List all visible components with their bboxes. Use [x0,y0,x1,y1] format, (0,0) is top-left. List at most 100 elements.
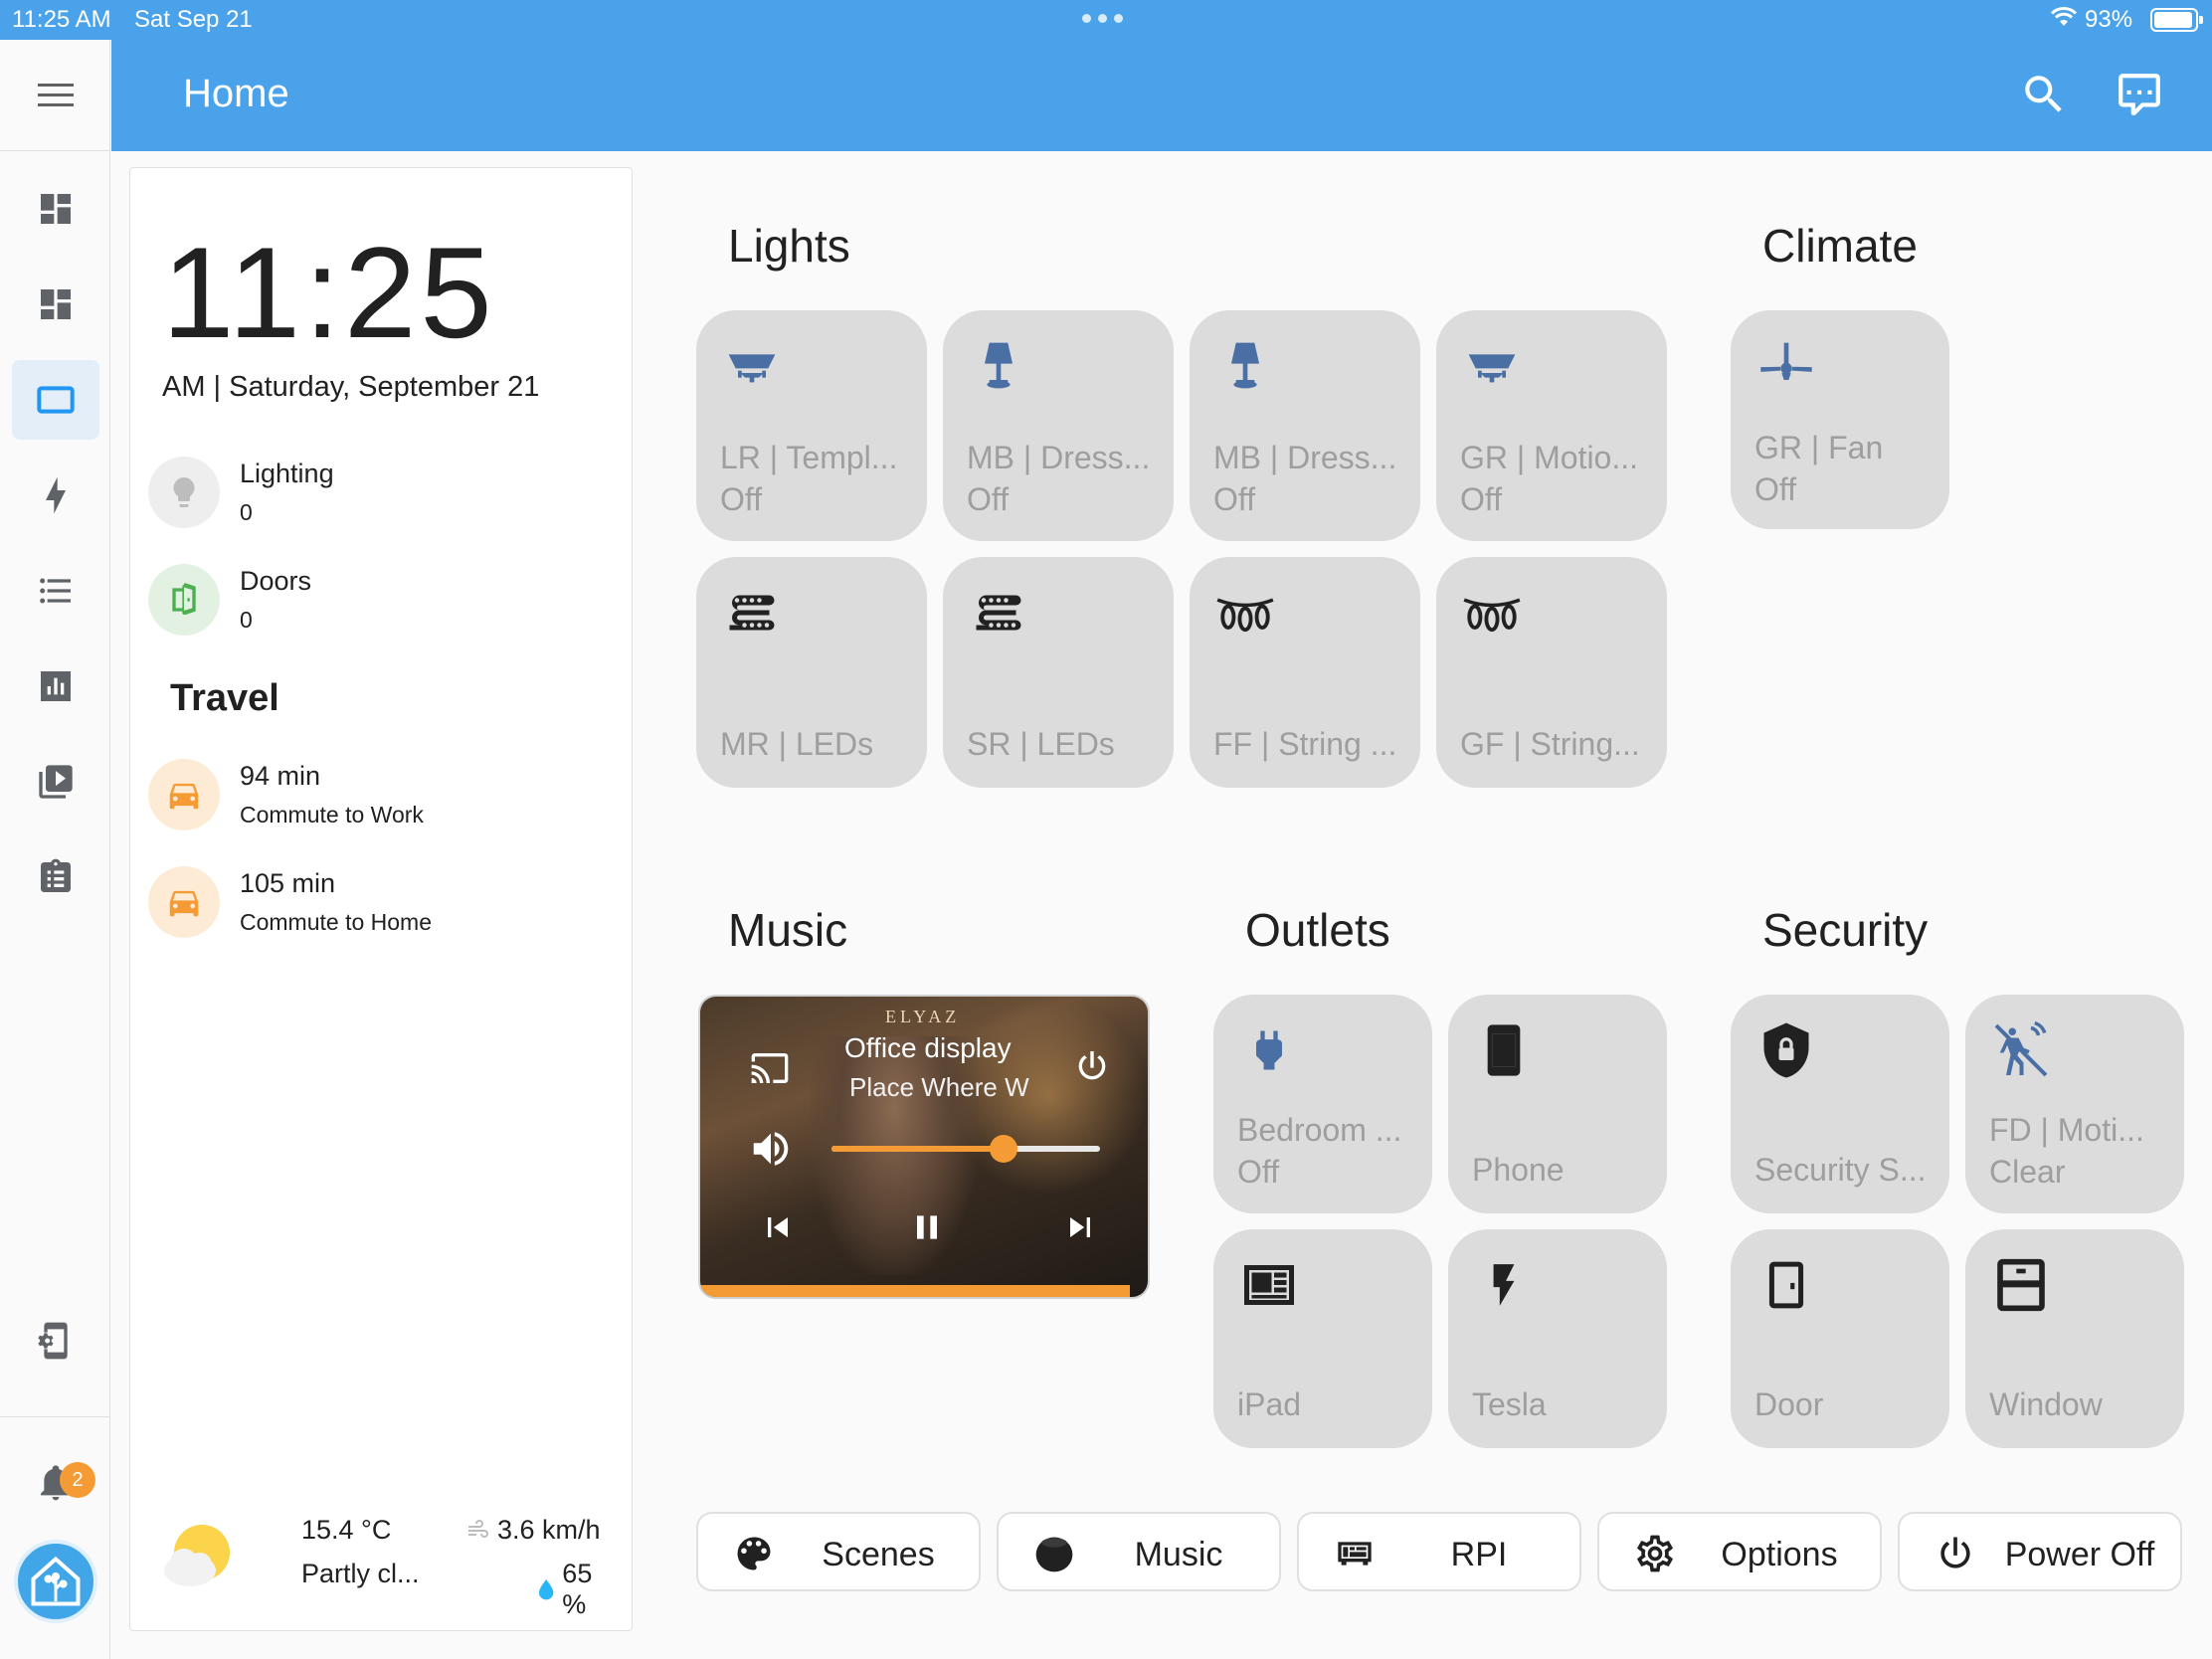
light-tile-mr-leds[interactable]: MR | LEDs [696,557,927,788]
power-off-button[interactable]: Power Off [1898,1512,2182,1591]
light-tile-mb-dresser-2[interactable]: MB | Dress... Off [1190,310,1420,541]
tile-name: Window [1989,1386,2103,1422]
entity-name: Lighting [240,459,334,488]
sidebar-item-overview[interactable] [12,169,99,249]
volume-slider-knob[interactable] [989,1135,1017,1163]
logbook-icon [40,578,71,604]
tile-name: MB | Dress... [967,440,1151,475]
energy-icon [46,476,66,514]
overview-icon [41,194,71,224]
volume-button[interactable] [748,1126,794,1177]
notification-badge: 2 [60,1462,95,1498]
tile-name: GF | String... [1460,726,1640,762]
newspaper-icon [1239,1255,1299,1315]
outlet-tile-bedroom[interactable]: Bedroom ... Off [1213,995,1432,1213]
sidebar-item-media[interactable] [12,742,99,822]
cellphone-cog-icon [38,1322,68,1360]
travel-item-work[interactable]: 94 min Commute to Work [148,759,424,830]
dashboard-icon [41,289,71,319]
entity-doors[interactable]: Doors 0 [148,564,311,636]
weather-widget[interactable]: 15.4 °C Partly cl... 3.6 km/h 65 % [160,1509,618,1619]
light-tile-mb-dresser-1[interactable]: MB | Dress... Off [943,310,1174,541]
palette-icon [732,1532,776,1575]
previous-track-button[interactable] [758,1207,798,1252]
sidebar-item-logbook[interactable] [12,551,99,631]
tile-name: Tesla [1472,1386,1547,1422]
light-tile-gr-motion[interactable]: GR | Motio... Off [1436,310,1667,541]
search-icon [2025,76,2062,112]
climate-tile-gr-fan[interactable]: GR | Fan Off [1731,310,1949,529]
user-avatar[interactable] [14,1540,97,1623]
info-card: 11:25 AM | Saturday, September 21 Lighti… [129,167,633,1631]
tile-name: Bedroom ... [1237,1112,1402,1148]
travel-label: Commute to Home [240,909,433,935]
ceiling-fan-icon [1756,336,1816,396]
clock-date: AM | Saturday, September 21 [162,371,540,403]
door-open-icon [148,564,220,636]
button-label: RPI [1450,1536,1508,1573]
flash-icon [1474,1255,1534,1315]
music-button[interactable]: Music [997,1512,1281,1591]
media-power-button[interactable] [1072,1046,1112,1091]
tablet-icon [37,386,75,414]
search-button[interactable] [2019,70,2069,124]
travel-item-home[interactable]: 105 min Commute to Home [148,866,432,938]
power-icon [1934,1532,1977,1575]
entity-value: 0 [240,607,253,633]
section-security-title: Security [1762,904,1929,956]
outlet-tile-phone[interactable]: Phone [1448,995,1667,1213]
play-pause-button[interactable] [907,1207,947,1252]
tile-name: FD | Moti... [1989,1112,2144,1148]
tile-name: LR | Templ... [720,440,898,475]
media-progress-bar [700,1285,1130,1297]
cog-icon [1633,1532,1677,1575]
entity-name: Doors [240,566,312,596]
menu-button[interactable] [0,40,110,151]
string-lights-icon [1215,583,1275,643]
section-climate-title: Climate [1762,220,1918,272]
tile-name: Security S... [1754,1152,1927,1188]
options-button[interactable]: Options [1597,1512,1882,1591]
sidebar-item-developer[interactable] [12,1301,99,1381]
multitasking-dots[interactable] [1082,14,1123,23]
assist-button[interactable] [2115,70,2164,124]
button-label: Music [1134,1536,1223,1573]
button-label: Scenes [822,1536,935,1573]
light-tile-gf-string[interactable]: GF | String... [1436,557,1667,788]
lamp-icon [1215,336,1275,396]
battery-percent: 93% [2085,6,2133,33]
tile-state: Off [1237,1154,1280,1190]
volume-slider-fill [831,1146,1004,1152]
light-tile-ff-string[interactable]: FF | String ... [1190,557,1420,788]
security-tile-door[interactable]: Door [1731,1229,1949,1448]
entity-lighting[interactable]: Lighting 0 [148,457,334,528]
sidebar-item-energy[interactable] [12,456,99,535]
home-assistant-logo-icon [31,1556,81,1606]
security-tile-fd-motion[interactable]: FD | Moti... Clear [1965,995,2184,1213]
outlet-tile-tesla[interactable]: Tesla [1448,1229,1667,1448]
travel-heading: Travel [170,677,279,719]
security-tile-system[interactable]: Security S... [1731,995,1949,1213]
light-tile-lr-temple[interactable]: LR | Templ... Off [696,310,927,541]
light-tile-sr-leds[interactable]: SR | LEDs [943,557,1174,788]
sidebar-divider [0,1416,110,1417]
media-player-card[interactable]: ELYAZ Office display Place Where W [698,995,1150,1299]
tile-name: FF | String ... [1213,726,1397,762]
tile-state: Off [720,481,763,517]
sidebar: 2 [0,40,110,1659]
next-track-button[interactable] [1060,1207,1100,1252]
security-tile-window[interactable]: Window [1965,1229,2184,1448]
status-date: Sat Sep 21 [134,6,253,33]
cast-button[interactable] [746,1048,794,1093]
scenes-button[interactable]: Scenes [696,1512,981,1591]
sidebar-item-dashboard[interactable] [12,265,99,344]
rpi-button[interactable]: RPI [1297,1512,1581,1591]
tile-name: Door [1754,1386,1824,1422]
clock-time: 11:25 [162,220,496,365]
sidebar-item-tablet[interactable] [12,360,99,440]
volume-slider[interactable] [831,1135,1100,1163]
outlet-tile-ipad[interactable]: iPad [1213,1229,1432,1448]
sidebar-item-history[interactable] [12,646,99,726]
ceiling-light-icon [722,336,782,396]
sidebar-item-todo[interactable] [12,837,99,917]
